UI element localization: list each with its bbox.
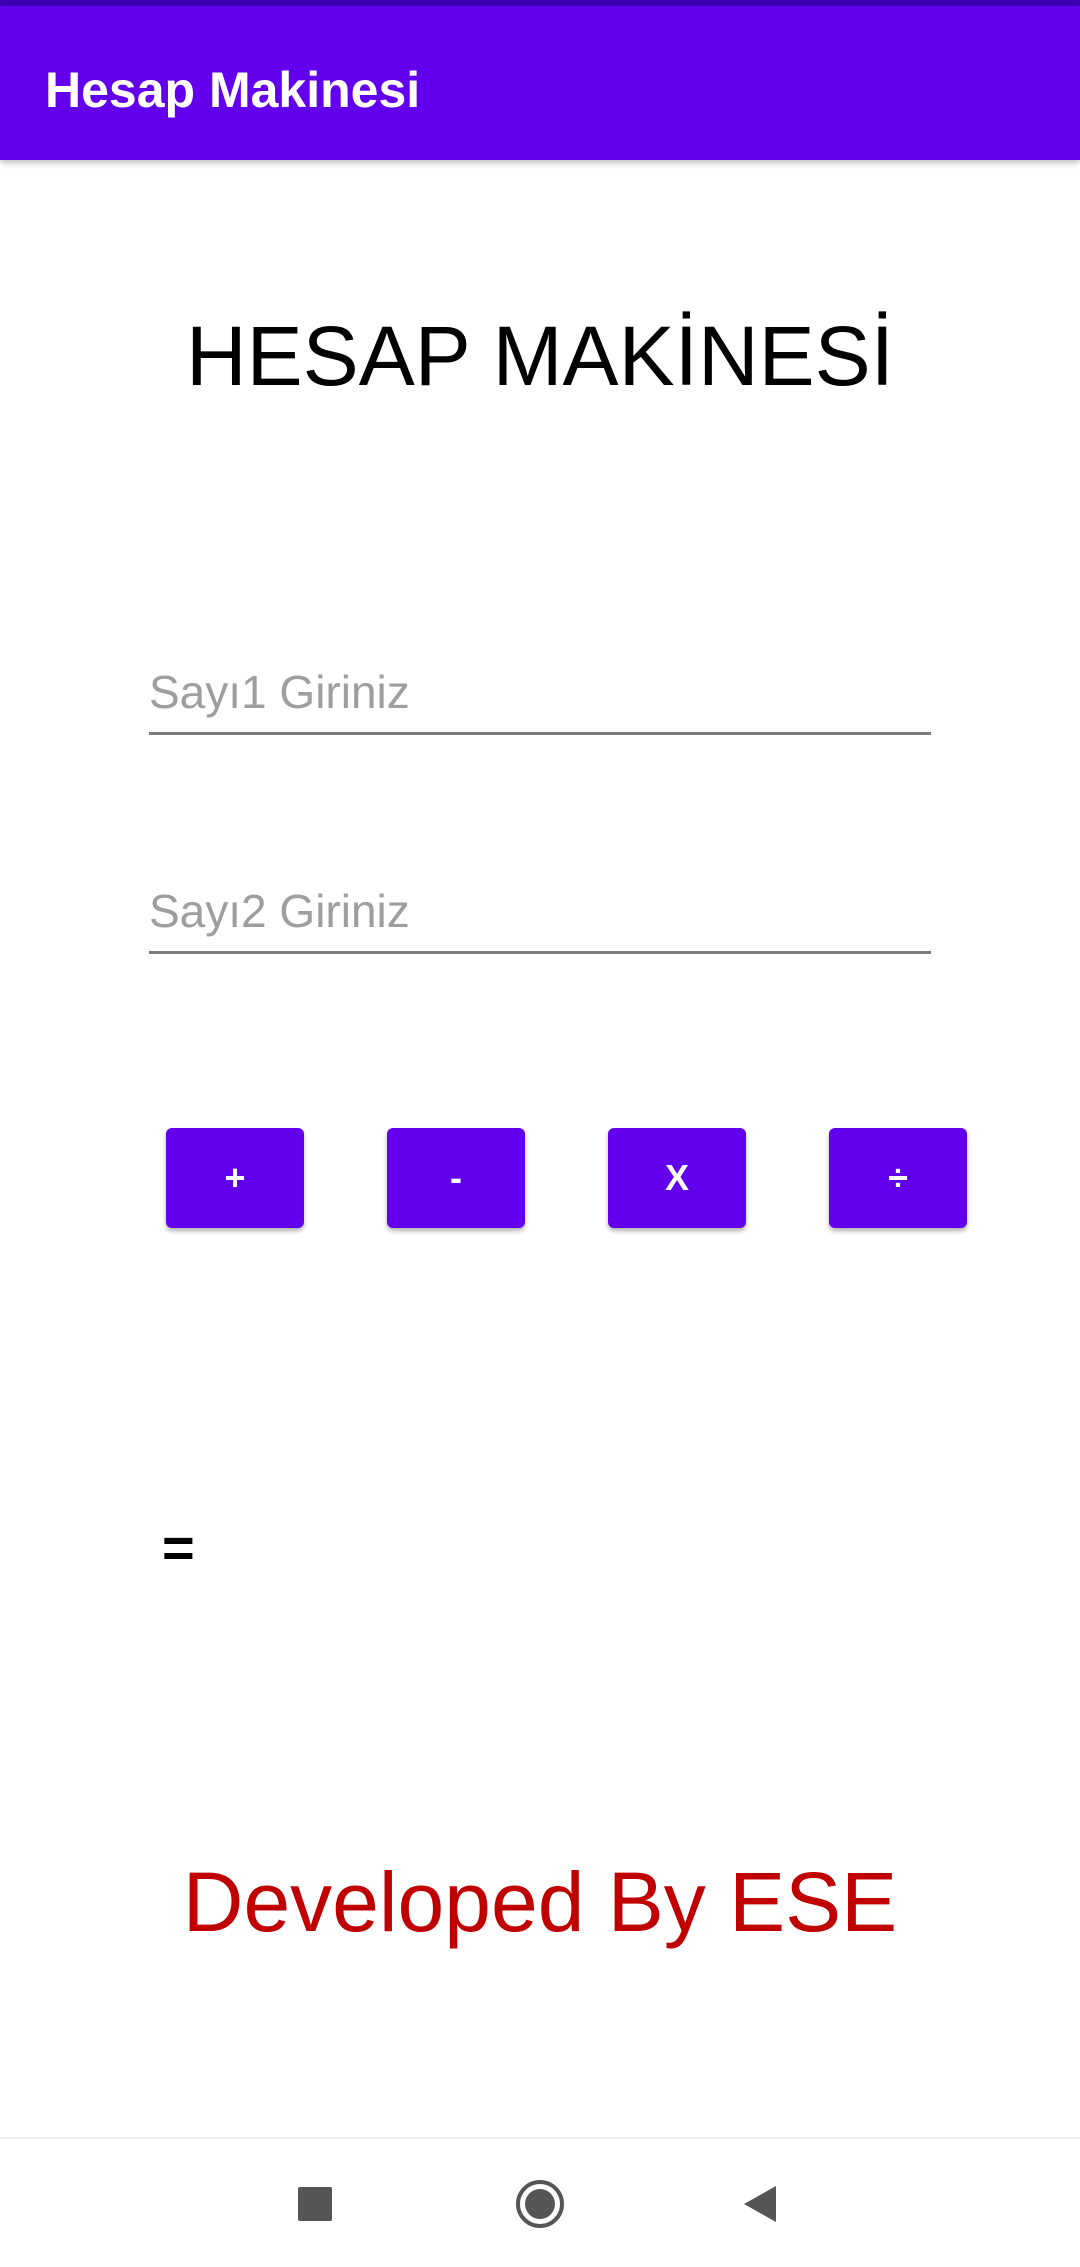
recents-button[interactable] xyxy=(255,2139,375,2267)
divide-button[interactable]: ÷ xyxy=(829,1128,967,1228)
equals-label: = xyxy=(162,1516,195,1579)
back-button[interactable] xyxy=(700,2139,820,2267)
number1-input[interactable] xyxy=(149,652,931,735)
system-nav-bar xyxy=(0,2137,1080,2267)
home-circle-icon xyxy=(516,2180,564,2228)
app-bar-title: Hesap Makinesi xyxy=(45,62,421,118)
home-button[interactable] xyxy=(480,2139,600,2267)
add-button[interactable]: + xyxy=(166,1128,304,1228)
app-bar: Hesap Makinesi xyxy=(0,6,1080,160)
multiply-button[interactable]: X xyxy=(608,1128,746,1228)
recents-square-icon xyxy=(298,2187,332,2221)
calculator-screen: Hesap Makinesi HESAP MAKİNESİ + - X ÷ = … xyxy=(0,0,1080,2267)
subtract-button[interactable]: - xyxy=(387,1128,525,1228)
number2-input[interactable] xyxy=(149,871,931,954)
developer-credit: Developed By ESE xyxy=(182,1855,898,1949)
page-heading: HESAP MAKİNESİ xyxy=(185,309,894,403)
back-triangle-icon xyxy=(744,2186,776,2222)
